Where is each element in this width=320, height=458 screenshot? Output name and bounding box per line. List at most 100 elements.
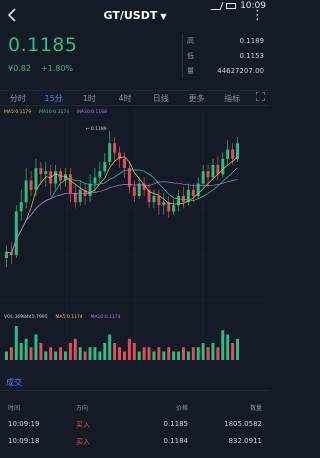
volume-bar [93,347,97,360]
tab-15min[interactable]: 15分 [36,91,72,105]
pair-title: GT/USDT [103,9,158,22]
candle-body [221,158,225,175]
candle-body [34,168,38,190]
tab-1h[interactable]: 1时 [71,91,107,105]
pair-selector[interactable]: GT/USDT ▼ [0,9,270,22]
volume-bar [196,347,200,360]
candle-body [127,168,131,187]
volume-bar [19,343,23,360]
candle-body [201,171,205,184]
trade-time: 10:09:18 [8,437,40,445]
volume-bar [9,347,13,360]
volume-bar [118,347,122,360]
stat-high: 高 0.1189 [187,34,264,49]
trade-amount: 832.0911 [228,437,262,445]
top-bar: GT/USDT ▼ ⋮ [0,6,270,28]
volume-bar [132,343,136,360]
volume-bar [49,347,53,360]
col-time: 时间 [8,405,21,412]
candle-body [14,211,18,255]
candle-body [78,189,82,203]
candle-body [113,143,117,153]
volume-bar [191,347,195,360]
volume-bar [34,334,38,360]
volume-bar [29,347,33,360]
candle-body [29,180,33,190]
volume-bar [73,338,77,360]
candle-body [231,149,235,159]
volume-bar [221,330,225,360]
vol-legend: VOL:3698445.7995 MA5:0.1174 MA10:0.1174 [4,315,121,320]
volume-bar [44,351,48,360]
candle-body [172,205,176,212]
volume-bar [172,351,176,360]
stats-divider [182,34,183,78]
candle-body [4,251,8,258]
volume-bar [98,351,102,360]
stat-value: 44627207.00 [217,67,264,75]
period-tabs: 分时 15分 1时 4时 日线 更多 指标 [0,90,270,106]
volume-bar [211,343,215,360]
stat-volume: 量 44627207.00 [187,64,264,79]
tab-daily[interactable]: 日线 [143,91,179,105]
candle-body [68,174,72,193]
trades-title[interactable]: 成交 [6,377,22,388]
candle-body [206,171,210,178]
volume-bar [181,347,185,360]
candle-body [24,180,28,203]
candle-body [88,183,92,196]
volume-bar [122,351,126,360]
tab-more[interactable]: 更多 [179,91,215,105]
tab-4h[interactable]: 4时 [107,91,143,105]
fullscreen-icon[interactable] [250,91,270,105]
trade-time: 10:09:19 [8,420,40,428]
volume-bar [226,334,230,360]
volume-bar [113,343,117,360]
candle-body [54,171,58,184]
price-change: +1.80% [40,64,74,73]
candle-body [122,158,126,169]
volume-bar [157,347,161,360]
candle-body [191,189,195,196]
candle-body [236,143,240,159]
more-options-icon[interactable]: ⋮ [251,8,264,23]
candle-body [73,192,77,203]
volume-bar [177,351,181,360]
trades-divider [0,390,270,391]
volume-bar [206,347,210,360]
col-direction: 方向 [76,405,89,412]
volume-bar [162,351,166,360]
volume-bar [54,351,58,360]
candle-body [157,195,161,206]
volume-bar [39,343,43,360]
candle-body [132,186,136,196]
trade-amount: 1805.0582 [224,420,262,428]
candle-body [211,165,215,178]
price-cny: ¥0.82 [8,64,31,73]
volume-bar [83,351,87,360]
volume-bar [68,343,72,360]
trade-direction: 买入 [76,421,90,429]
candle-body [137,183,141,196]
volume-bar [147,347,151,360]
caret-down-icon: ▼ [160,12,167,21]
vol-ma10-label: MA10:0.1174 [90,315,121,320]
volume-bar [88,347,92,360]
col-price: 价格 [175,405,188,412]
candle-body [226,149,230,159]
stat-label: 量 [187,67,194,75]
candle-body [44,171,48,175]
price-sub: ¥0.82 +1.80% [8,64,77,73]
candle-body [98,171,102,178]
tab-timeline[interactable]: 分时 [0,91,36,105]
volume-bar [103,343,107,360]
volume-bar [4,351,8,360]
kline-chart[interactable]: ← 0.1189 [0,108,270,370]
candle-body [152,195,156,203]
volume-bar [24,338,28,360]
tab-indicators[interactable]: 指标 [214,91,250,105]
volume-bar [167,347,171,360]
candle-body [39,168,43,175]
volume-bar [236,338,240,360]
col-amount: 数量 [249,405,262,412]
